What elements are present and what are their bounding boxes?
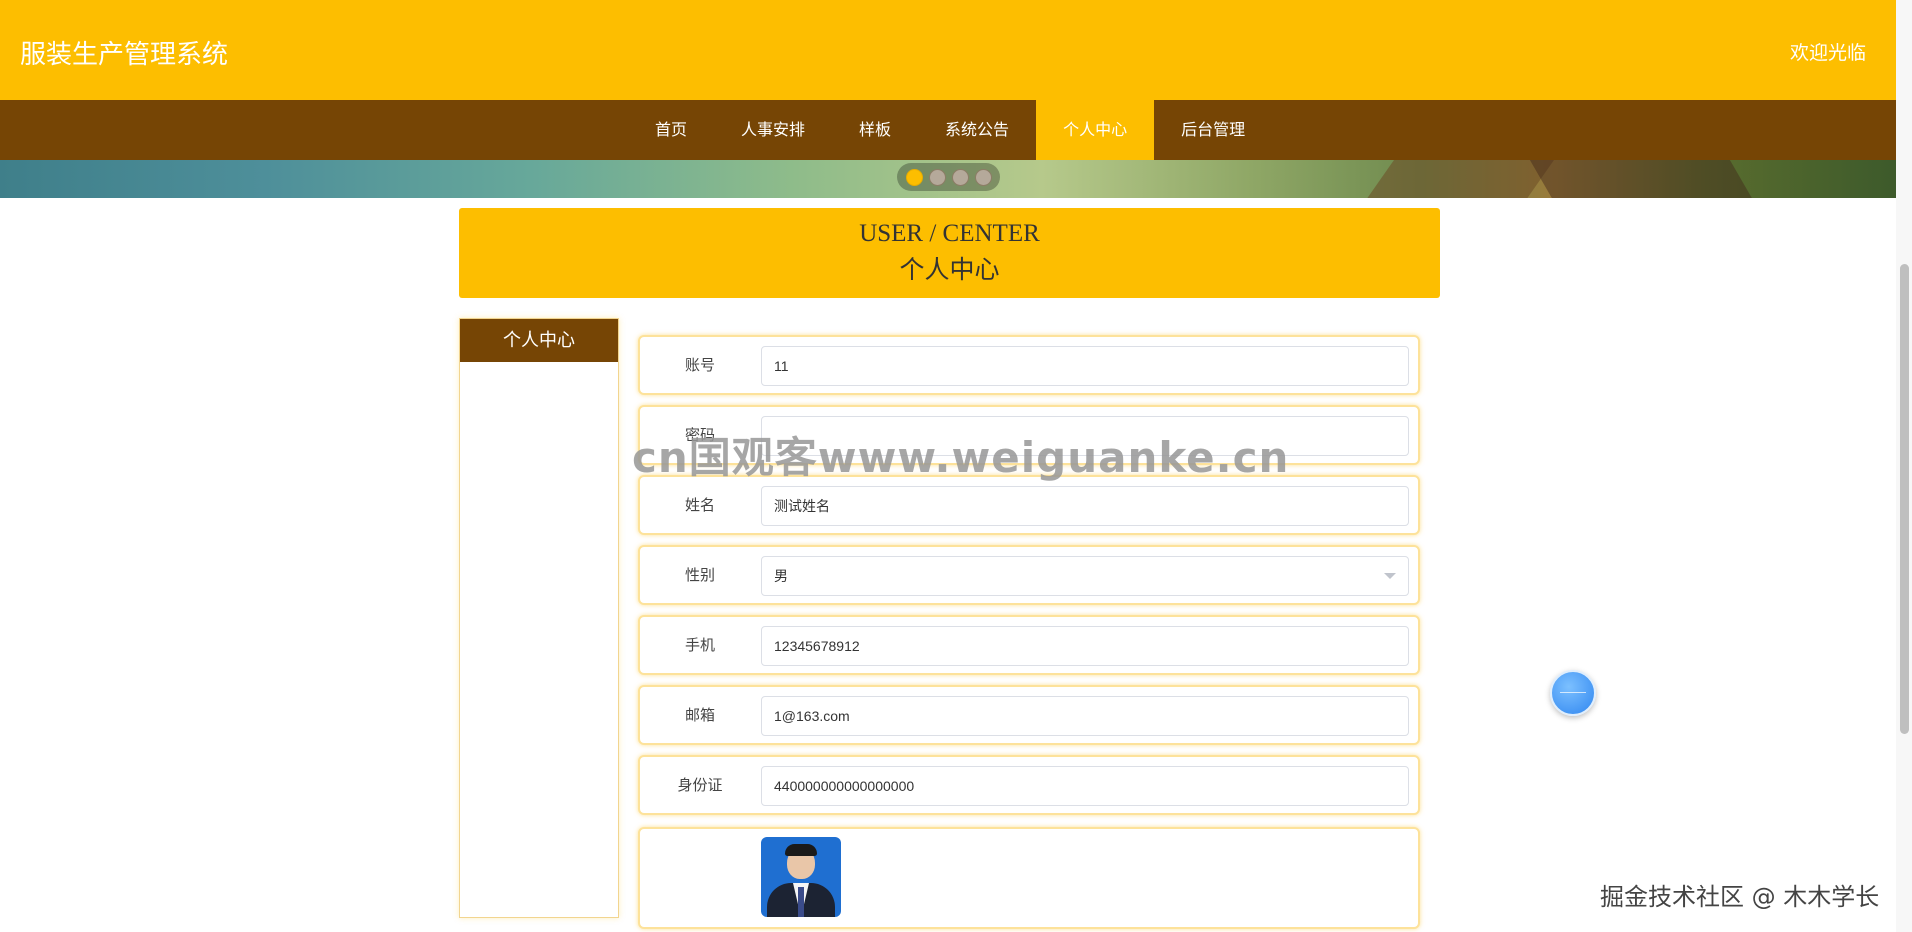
email-input[interactable]: 1@163.com bbox=[761, 696, 1409, 736]
chevron-down-icon bbox=[1384, 573, 1396, 579]
carousel-dot[interactable] bbox=[974, 168, 992, 186]
scrollbar-thumb[interactable] bbox=[1900, 264, 1909, 734]
nav-item-sample[interactable]: 样板 bbox=[832, 100, 918, 160]
banner-decoration bbox=[1365, 160, 1555, 198]
nav-item-user-center[interactable]: 个人中心 bbox=[1036, 100, 1155, 160]
gender-select[interactable]: 男 bbox=[761, 556, 1409, 596]
avatar-tie bbox=[798, 887, 804, 917]
nav-item-announcement[interactable]: 系统公告 bbox=[918, 100, 1036, 160]
name-input[interactable]: 测试姓名 bbox=[761, 486, 1409, 526]
gender-select-value: 男 bbox=[774, 568, 788, 584]
section-title-en: USER / CENTER bbox=[859, 220, 1040, 247]
form-row-email: 邮箱 1@163.com bbox=[638, 685, 1420, 745]
main-nav: 首页 人事安排 样板 系统公告 个人中心 后台管理 bbox=[0, 100, 1896, 160]
floating-assistant-button[interactable] bbox=[1550, 670, 1596, 716]
carousel-dot[interactable] bbox=[951, 168, 969, 186]
site-title: 服装生产管理系统 bbox=[20, 40, 229, 70]
id-card-input[interactable]: 440000000000000000 bbox=[761, 766, 1409, 806]
form-row-phone: 手机 12345678912 bbox=[638, 615, 1420, 675]
form-row-gender: 性别 男 bbox=[638, 545, 1420, 605]
bottom-watermark: 掘金技术社区 @ 木木学长 bbox=[1600, 883, 1880, 911]
banner-decoration bbox=[1527, 155, 1753, 198]
avatar-photo[interactable] bbox=[761, 837, 841, 917]
top-header: 服装生产管理系统 欢迎光临 bbox=[0, 0, 1896, 100]
sidebar: 个人中心 bbox=[459, 318, 619, 918]
field-label: 性别 bbox=[684, 566, 715, 584]
form-row-photo bbox=[638, 827, 1420, 929]
form-row-id-card: 身份证 440000000000000000 bbox=[638, 755, 1420, 815]
carousel-indicator bbox=[897, 163, 1000, 191]
phone-input[interactable]: 12345678912 bbox=[761, 626, 1409, 666]
nav-item-admin[interactable]: 后台管理 bbox=[1154, 100, 1272, 160]
nav-items: 首页 人事安排 样板 系统公告 个人中心 后台管理 bbox=[628, 100, 1272, 160]
field-label: 手机 bbox=[684, 636, 715, 654]
sidebar-title[interactable]: 个人中心 bbox=[460, 319, 618, 362]
carousel-dot[interactable] bbox=[928, 168, 946, 186]
avatar-hair bbox=[785, 844, 817, 856]
section-header: USER / CENTER 个人中心 bbox=[459, 208, 1440, 298]
nav-item-home[interactable]: 首页 bbox=[628, 100, 714, 160]
nav-item-personnel[interactable]: 人事安排 bbox=[714, 100, 832, 160]
page-scrollbar[interactable] bbox=[1896, 0, 1912, 932]
section-title-cn: 个人中心 bbox=[899, 255, 1000, 284]
carousel-dot[interactable] bbox=[905, 168, 923, 186]
field-label: 身份证 bbox=[677, 776, 723, 794]
welcome-text: 欢迎光临 bbox=[1789, 42, 1866, 64]
account-input[interactable]: 11 bbox=[761, 346, 1409, 386]
field-label: 邮箱 bbox=[684, 706, 715, 724]
field-label: 账号 bbox=[684, 356, 715, 374]
form-row-account: 账号 11 bbox=[638, 335, 1420, 395]
watermark-overlay: cn国观客www.weiguanke.cn bbox=[632, 433, 1290, 482]
field-label: 姓名 bbox=[684, 496, 715, 514]
floating-button-icon bbox=[1560, 692, 1586, 693]
